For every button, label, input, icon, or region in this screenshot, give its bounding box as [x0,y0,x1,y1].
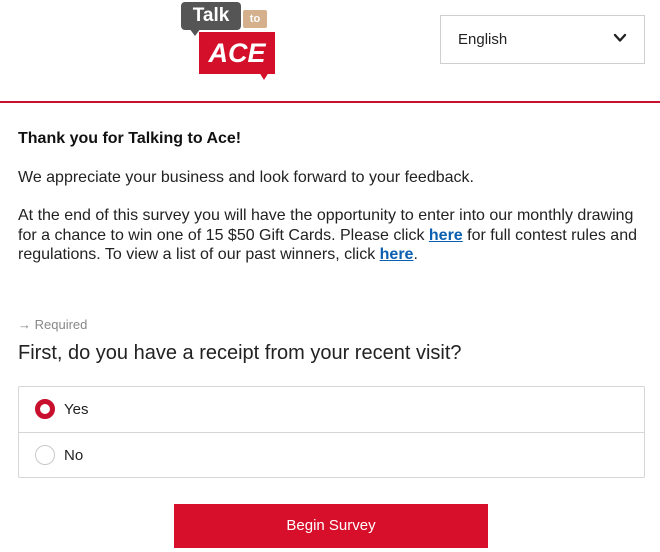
page-title: Thank you for Talking to Ace! [18,130,242,147]
contest-rules-link[interactable]: here [429,227,463,244]
radio-no[interactable] [35,445,55,465]
logo-talk-bubble: Talk [181,2,241,30]
contest-text-part3: . [413,246,418,263]
question-text: First, do you have a receipt from your r… [18,342,462,364]
begin-survey-button[interactable]: Begin Survey [174,504,488,548]
intro-paragraph-feedback: We appreciate your business and look for… [18,169,474,186]
past-winners-link[interactable]: here [380,246,414,263]
intro-paragraph-contest: At the end of this survey you will have … [18,206,648,265]
talk-to-ace-logo: Talk to ACE [181,2,281,80]
option-no[interactable]: No [19,432,644,477]
chevron-down-icon [613,33,627,42]
survey-page: Talk to ACE English Thank you for Talkin… [0,0,660,552]
intro-section: Thank you for Talking to Ace! We appreci… [18,128,648,265]
receipt-radio-group: Yes No [18,386,645,478]
option-yes-label: Yes [64,401,89,418]
logo-ace-tail [259,72,269,80]
option-no-label: No [64,447,84,464]
language-select-value: English [458,31,508,48]
logo-to-badge: to [243,10,267,28]
option-yes[interactable]: Yes [19,387,644,432]
logo-ace-bubble: ACE [199,32,275,74]
language-select[interactable]: English [440,15,645,64]
header-divider [0,101,660,103]
radio-yes[interactable] [35,399,55,419]
header: Talk to ACE English [0,0,660,103]
required-indicator: → Required [18,317,88,332]
